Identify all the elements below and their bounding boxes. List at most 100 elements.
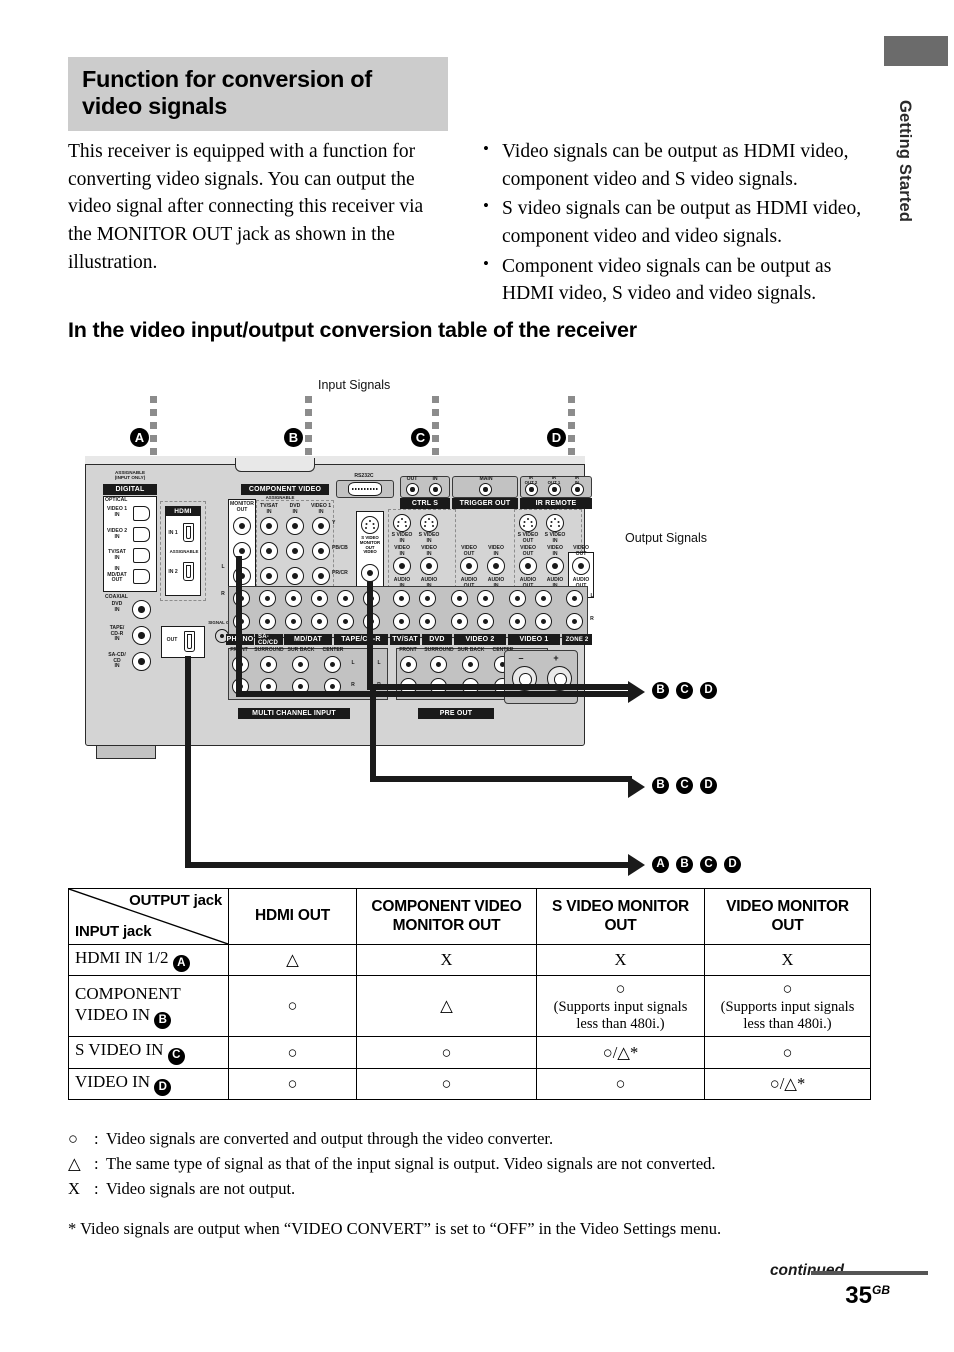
cell-symbol: ○ xyxy=(287,1073,298,1093)
ir-jack-out2 xyxy=(525,483,538,496)
lr-label-r2: R xyxy=(590,616,594,622)
row-label-component-video-in: COMPONENT VIDEO IN B xyxy=(68,975,229,1038)
rca-jack-coaxial-tape-cdr-in xyxy=(132,626,151,645)
cell: ○ xyxy=(228,975,357,1038)
rs232c-dsub-connector xyxy=(348,482,382,496)
row-badge: B xyxy=(154,1011,172,1029)
page-title: Function for conversion of video signals xyxy=(82,66,372,120)
input-marker-a: A xyxy=(130,428,149,447)
rca-component-video1-pb xyxy=(312,542,330,560)
row-label-text: VIDEO IN xyxy=(75,1071,151,1091)
rca-component-tvsat-pr xyxy=(260,567,278,585)
cable-row2-horizontal xyxy=(370,776,632,782)
svideo-io-label: S VIDEO IN xyxy=(418,532,440,544)
chassis-top-edge xyxy=(85,456,585,465)
rca-analog-l-10 xyxy=(477,590,494,607)
rca-component-dvd-y xyxy=(286,517,304,535)
output-badges-row-3: A B C D xyxy=(652,856,741,873)
table-corner-cell: OUTPUT jack INPUT jack xyxy=(68,888,229,945)
hdmi-out-label: OUT xyxy=(166,637,178,643)
chassis-notch xyxy=(235,458,315,472)
page-number: 35GB xyxy=(845,1282,890,1310)
pre-lr-l: L xyxy=(377,660,381,666)
receiver-rear-panel-diagram: Input Signals Output Signals A B C D ASS… xyxy=(60,368,890,876)
rca-pre-front-l xyxy=(400,656,417,673)
cell: X xyxy=(356,943,537,977)
bottom-section-tapecdr: TAPE/CD-R xyxy=(334,634,388,645)
video-row-label: VIDEO OUT xyxy=(573,545,589,557)
table-row: HDMI IN 1/2 A △ X X X xyxy=(68,943,871,977)
optical-label: OPTICAL xyxy=(105,497,128,503)
video-row-label: VIDEO OUT xyxy=(520,545,536,557)
row-badge: C xyxy=(167,1047,185,1065)
cell: X xyxy=(536,943,705,977)
legend-item: ○ : Video signals are converted and outp… xyxy=(68,1126,868,1151)
cell: ○ xyxy=(536,1067,705,1100)
rca-analog-l-4 xyxy=(311,590,328,607)
table-row: S VIDEO IN C ○ ○ ○/△* ○ xyxy=(68,1036,871,1069)
cell-symbol: ○/△* xyxy=(769,1073,806,1093)
page-number-value: 35 xyxy=(845,1282,872,1309)
video-row-label: VIDEO IN xyxy=(394,545,410,557)
intro-bullet-list: Video signals can be output as HDMI vide… xyxy=(480,137,870,310)
hdmi-port-in1 xyxy=(183,523,194,542)
lr-label-l2: L xyxy=(590,593,594,599)
rca-analog-r-4 xyxy=(311,613,328,630)
ctrl-s-jack-label: OUT xyxy=(406,476,418,482)
rca-analog-r-11 xyxy=(509,613,526,630)
svideo-io-label: S VIDEO IN xyxy=(544,532,566,544)
cell: ○ (Supports input signals less than 480i.… xyxy=(704,975,871,1038)
digital-jack-label: IN MD/DAT OUT xyxy=(107,566,127,584)
multi-lr-r: R xyxy=(351,682,355,688)
side-tab-label: Getting Started xyxy=(896,100,914,223)
rca-analog-r-9 xyxy=(451,613,468,630)
rs232c-label: RS232C xyxy=(354,473,374,479)
rca-component-video1-pr xyxy=(312,567,330,585)
row-label-hdmi-in: HDMI IN 1/2 A xyxy=(68,943,229,977)
rca-jack-video-monitor-out xyxy=(361,564,379,582)
digital-section-title: DIGITAL xyxy=(103,484,157,495)
output-badge: D xyxy=(724,856,741,873)
rca-multi-surback-l xyxy=(292,656,309,673)
svideo-jack-in-1 xyxy=(393,514,411,532)
video-row-label: VIDEO IN xyxy=(421,545,437,557)
component-jack-label: DVD IN xyxy=(289,503,301,515)
cell: ○ xyxy=(356,1036,537,1069)
corner-input-label: INPUT jack xyxy=(75,923,152,940)
rca-analog-r-3 xyxy=(285,613,302,630)
rca-analog-l-9 xyxy=(451,590,468,607)
column-header-s-video: S VIDEO MONITOR OUT xyxy=(536,888,705,945)
rca-video-out-zone2 xyxy=(572,557,590,575)
cell-note: (Supports input signals less than 480i.) xyxy=(553,999,688,1033)
row-label-text: S VIDEO IN xyxy=(75,1040,164,1060)
rca-analog-l-7 xyxy=(393,590,410,607)
output-badges-row-1: B C D xyxy=(652,682,717,699)
optical-jack-tvsat-in xyxy=(133,548,150,563)
cell: X xyxy=(704,943,871,977)
cell-symbol: X xyxy=(781,950,794,970)
output-badges-row-2: B C D xyxy=(652,777,717,794)
multi-label: CENTER xyxy=(322,647,344,653)
cell: ○ (Supports input signals less than 480i.… xyxy=(536,975,705,1038)
trigger-jack-label: MAIN xyxy=(479,476,493,482)
cell-symbol: ○ xyxy=(441,1073,452,1093)
ctrl-s-title: CTRL S xyxy=(400,498,450,509)
rca-analog-r-8 xyxy=(419,613,436,630)
output-badge: D xyxy=(700,682,717,699)
cell-symbol: ○ xyxy=(782,979,793,999)
hdmi-section-title: HDMI xyxy=(165,506,201,516)
video-row-label: VIDEO IN xyxy=(488,545,504,557)
cell-symbol: ○ xyxy=(441,1042,452,1062)
legend-item: X : Video signals are not output. xyxy=(68,1176,868,1201)
column-header-hdmi-out: HDMI OUT xyxy=(228,888,357,945)
cell: ○ xyxy=(228,1036,357,1069)
optical-jack-mddat xyxy=(133,569,150,584)
cell: △ xyxy=(228,943,357,977)
input-marker-c: C xyxy=(411,428,430,447)
cell-symbol: ○ xyxy=(782,1042,793,1062)
rca-analog-r-7 xyxy=(393,613,410,630)
pre-label: SUR BACK xyxy=(457,647,485,653)
output-badge: C xyxy=(676,777,693,794)
rca-analog-l-2 xyxy=(259,590,276,607)
optical-jack-video1-in xyxy=(133,506,150,521)
